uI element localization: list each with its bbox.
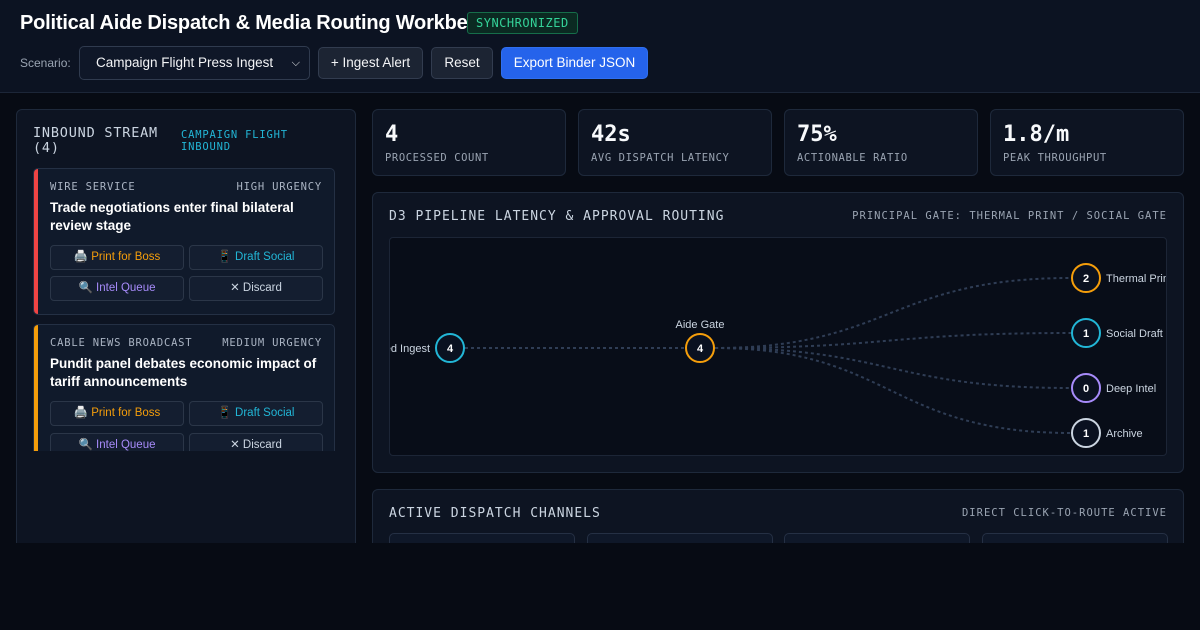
inbound-stream-tag: CAMPAIGN FLIGHT INBOUND [181, 129, 288, 153]
card-headline: Trade negotiations enter final bilateral… [50, 200, 294, 233]
link-gate-thermal [714, 277, 1072, 349]
viewport-fold [0, 543, 1200, 630]
link-gate-archive [714, 347, 1072, 434]
intel-queue-button[interactable]: 🔍 Intel Queue [50, 276, 184, 301]
dispatch-subtitle: DIRECT CLICK-TO-ROUTE ACTIVE [961, 507, 1167, 519]
reset-button[interactable]: Reset [431, 47, 493, 79]
node-ingest[interactable]: Feed Ingest 4 [390, 333, 465, 363]
node-count: 0 [1083, 383, 1089, 395]
scenario-selected-value: Campaign Flight Press Ingest [96, 55, 274, 70]
card-source: WIRE SERVICE [50, 181, 136, 193]
metric-peak-throughput: 1.8/m PEAK THROUGHPUT [990, 109, 1184, 176]
node-label: Archive [1106, 428, 1143, 440]
link-gate-intel [714, 347, 1072, 389]
metric-value: 1.8/m [1003, 122, 1070, 147]
ingest-alert-button[interactable]: + Ingest Alert [318, 47, 423, 79]
node-thermal-print[interactable]: 2 Thermal Print [1071, 263, 1167, 293]
phone-icon: 📱 [217, 407, 232, 419]
app-header: Political Aide Dispatch & Media Routing … [0, 0, 1200, 93]
dispatch-title: ACTIVE DISPATCH CHANNELS [389, 506, 601, 521]
link-gate-social [714, 332, 1072, 349]
card-urgency: MEDIUM URGENCY [222, 337, 322, 349]
pipeline-title: D3 PIPELINE LATENCY & APPROVAL ROUTING [389, 209, 725, 224]
magnifier-icon: 🔍 [78, 282, 93, 294]
inbound-card: CABLE NEWS BROADCAST MEDIUM URGENCY Pund… [33, 324, 335, 451]
printer-icon: 🖨️ [73, 407, 89, 419]
inbound-stream-list[interactable]: WIRE SERVICE HIGH URGENCY Trade negotiat… [33, 168, 335, 451]
node-gate[interactable]: Aide Gate 4 [676, 319, 725, 363]
node-count: 2 [1083, 273, 1089, 285]
pipeline-panel: D3 PIPELINE LATENCY & APPROVAL ROUTING P… [372, 192, 1184, 473]
inbound-card: WIRE SERVICE HIGH URGENCY Trade negotiat… [33, 168, 335, 315]
print-for-boss-button[interactable]: 🖨️ Print for Boss [50, 401, 184, 426]
node-count: 4 [697, 343, 704, 355]
card-headline: Pundit panel debates economic impact of … [50, 356, 317, 389]
metric-actionable-ratio: 75% ACTIONABLE RATIO [784, 109, 978, 176]
magnifier-icon: 🔍 [78, 439, 93, 451]
draft-social-button[interactable]: 📱 Draft Social [189, 245, 323, 270]
principal-gate-label: PRINCIPAL GATE: THERMAL PRINT / SOCIAL G… [852, 210, 1167, 222]
urgency-bar [34, 325, 38, 451]
print-for-boss-button[interactable]: 🖨️ Print for Boss [50, 245, 184, 270]
metric-avg-dispatch-latency: 42s AVG DISPATCH LATENCY [578, 109, 772, 176]
inbound-stream-title: INBOUND STREAM (4) [33, 125, 158, 156]
node-label: Aide Gate [676, 319, 725, 331]
pipeline-graph-svg: Feed Ingest 4 Aide Gate 4 2 Thermal Prin… [390, 263, 1167, 448]
draft-social-button[interactable]: 📱 Draft Social [189, 401, 323, 426]
urgency-bar [34, 169, 38, 314]
metric-label: PEAK THROUGHPUT [1003, 152, 1107, 164]
node-social-draft[interactable]: 1 Social Draft [1071, 318, 1163, 348]
sync-status-badge: SYNCHRONIZED [467, 12, 578, 34]
pipeline-graph: Feed Ingest 4 Aide Gate 4 2 Thermal Prin… [389, 237, 1167, 456]
scenario-select[interactable]: Campaign Flight Press Ingest ⌵ [79, 46, 310, 80]
node-label: Thermal Print [1106, 273, 1167, 285]
card-source: CABLE NEWS BROADCAST [50, 337, 193, 349]
scenario-label: Scenario: [20, 56, 71, 70]
metric-label: ACTIONABLE RATIO [797, 152, 908, 164]
metric-value: 42s [591, 122, 631, 147]
node-label: Deep Intel [1106, 383, 1156, 395]
node-label: Feed Ingest [390, 343, 430, 355]
metric-label: PROCESSED COUNT [385, 152, 489, 164]
metric-label: AVG DISPATCH LATENCY [591, 152, 730, 164]
metric-processed-count: 4 PROCESSED COUNT [372, 109, 566, 176]
metric-value: 4 [385, 122, 399, 147]
node-count: 1 [1083, 428, 1089, 440]
printer-icon: 🖨️ [73, 251, 89, 263]
node-deep-intel[interactable]: 0 Deep Intel [1071, 373, 1156, 403]
node-label: Social Draft [1106, 328, 1163, 340]
node-archive[interactable]: 1 Archive [1071, 418, 1143, 448]
inbound-stream-panel: INBOUND STREAM (4) CAMPAIGN FLIGHT INBOU… [16, 109, 356, 579]
discard-button[interactable]: ✕ Discard [189, 276, 323, 301]
app-title: Political Aide Dispatch & Media Routing … [20, 12, 503, 34]
node-count: 1 [1083, 328, 1089, 340]
chevron-down-icon: ⌵ [291, 57, 300, 69]
metric-value: 75% [797, 122, 837, 147]
export-binder-button[interactable]: Export Binder JSON [501, 47, 648, 79]
close-icon: ✕ [230, 439, 240, 451]
close-icon: ✕ [230, 282, 240, 294]
discard-button[interactable]: ✕ Discard [189, 433, 323, 451]
intel-queue-button[interactable]: 🔍 Intel Queue [50, 433, 184, 451]
phone-icon: 📱 [217, 251, 232, 263]
card-urgency: HIGH URGENCY [236, 181, 322, 193]
node-count: 4 [447, 343, 454, 355]
